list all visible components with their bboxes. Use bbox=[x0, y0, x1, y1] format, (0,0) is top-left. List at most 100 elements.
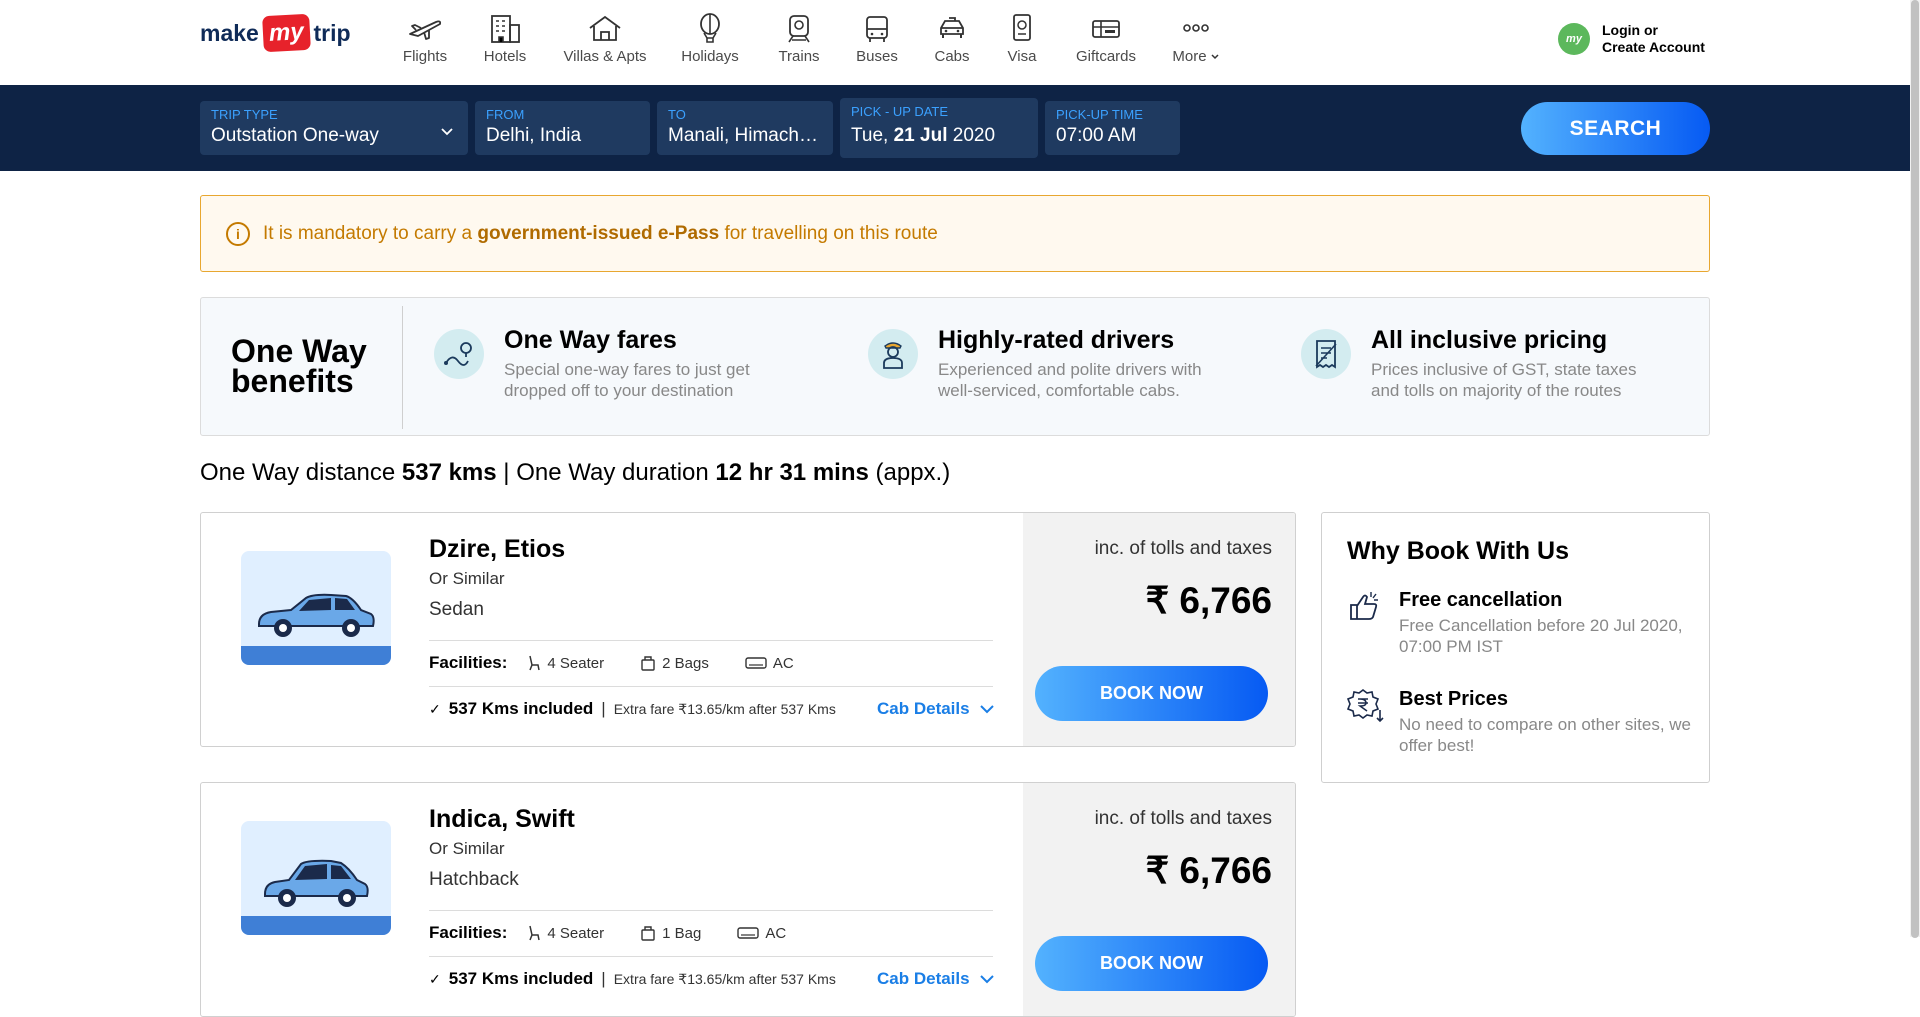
login-line1: Login or bbox=[1602, 22, 1658, 38]
nav-hotels[interactable]: Hotels bbox=[460, 12, 550, 65]
route-pin-icon bbox=[434, 329, 484, 379]
kms-included-info: ✓ 537 Kms included | Extra fare ₹13.65/k… bbox=[429, 969, 836, 989]
chevron-down-icon bbox=[1211, 53, 1219, 59]
villa-icon bbox=[589, 15, 621, 41]
nav-flights[interactable]: Flights bbox=[390, 12, 460, 65]
pickup-date-label: PICK - UP DATE bbox=[851, 104, 949, 119]
from-field[interactable]: FROM Delhi, India bbox=[475, 101, 650, 155]
hatchback-car-image bbox=[241, 821, 391, 935]
facility-seats-label: 4 Seater bbox=[547, 654, 605, 672]
alert-pre: It is mandatory to carry a bbox=[263, 222, 473, 244]
top-header: make my trip Flights Hotels Villas & Apt… bbox=[0, 0, 1910, 85]
nav-cabs[interactable]: Cabs bbox=[916, 12, 988, 65]
benefit-desc: Experienced and polite drivers with well… bbox=[938, 360, 1202, 400]
trip-type-select[interactable]: TRIP TYPE Outstation One-way bbox=[200, 101, 468, 155]
cab-name: Indica, Swift bbox=[429, 805, 575, 833]
chevron-down-icon bbox=[979, 974, 994, 983]
nav-holidays[interactable]: Holidays bbox=[660, 12, 760, 65]
divider bbox=[402, 306, 403, 429]
why-item-title: Best Prices bbox=[1399, 688, 1508, 710]
trip-distance-summary: One Way distance 537 kms | One Way durat… bbox=[200, 459, 950, 487]
extra-fare: Extra fare ₹13.65/km after 537 Kms bbox=[613, 970, 836, 987]
pickup-time-field[interactable]: PICK-UP TIME 07:00 AM bbox=[1045, 101, 1180, 155]
chevron-down-icon bbox=[441, 123, 453, 139]
flight-icon bbox=[409, 20, 442, 40]
bag-icon bbox=[641, 656, 655, 671]
page-scrollbar[interactable] bbox=[1910, 0, 1920, 938]
from-value: Delhi, India bbox=[486, 125, 582, 146]
facilities-label: Facilities: bbox=[429, 653, 508, 672]
cab-name: Dzire, Etios bbox=[429, 535, 566, 563]
divider bbox=[429, 686, 993, 687]
facility-bags: 2 Bags bbox=[640, 655, 709, 672]
cab-details-link[interactable]: Cab Details bbox=[877, 699, 994, 719]
nav-villas[interactable]: Villas & Apts bbox=[550, 12, 660, 65]
facility-ac: AC bbox=[745, 655, 794, 672]
nav-more[interactable]: More bbox=[1156, 12, 1236, 65]
nav-label: Cabs bbox=[934, 48, 970, 65]
logo-text-make: make bbox=[200, 19, 259, 46]
alert-post: for travelling on this route bbox=[724, 222, 938, 244]
cab-similar: Or Similar bbox=[429, 839, 505, 858]
pickup-date-field[interactable]: PICK - UP DATE Tue, 21 Jul 2020 bbox=[840, 98, 1038, 158]
search-button[interactable]: SEARCH bbox=[1521, 102, 1710, 155]
nav-visa[interactable]: Visa bbox=[988, 12, 1056, 65]
facility-seats: 4 Seater bbox=[527, 925, 604, 942]
rupee-badge-icon bbox=[1346, 688, 1387, 756]
why-item-title: Free cancellation bbox=[1399, 589, 1563, 611]
cab-details-link[interactable]: Cab Details bbox=[877, 969, 994, 989]
bus-icon bbox=[866, 16, 888, 42]
makemytrip-logo[interactable]: make my trip bbox=[200, 13, 351, 53]
benefit-desc: Prices inclusive of GST, state taxes and… bbox=[1371, 360, 1637, 400]
alert-bold: government-issued e-Pass bbox=[477, 222, 720, 244]
to-field[interactable]: TO Manali, Himachal Pradesh, India bbox=[657, 101, 833, 155]
info-icon: i bbox=[226, 221, 250, 246]
seat-icon bbox=[529, 925, 541, 941]
why-item-desc: Free Cancellation before 20 Jul 2020, 07… bbox=[1399, 616, 1683, 656]
pickup-day: Tue, bbox=[851, 125, 889, 146]
facilities-label: Facilities: bbox=[429, 923, 508, 942]
benefits-title-line2: benefits bbox=[231, 363, 354, 399]
to-label: TO bbox=[668, 107, 686, 122]
nav-label: Trains bbox=[778, 48, 820, 65]
nav-more-label-wrap: More bbox=[1172, 48, 1219, 65]
book-now-button[interactable]: BOOK NOW bbox=[1035, 936, 1268, 991]
price-note: inc. of tolls and taxes bbox=[1094, 808, 1272, 829]
duration-value: 12 hr 31 mins bbox=[715, 459, 869, 486]
login-button[interactable]: my Login or Create Account bbox=[1558, 22, 1705, 56]
cab-price: ₹ 6,766 bbox=[1145, 850, 1272, 891]
benefit-title: All inclusive pricing bbox=[1371, 326, 1608, 354]
main-nav: Flights Hotels Villas & Apts Holidays Tr… bbox=[390, 12, 1236, 65]
nav-giftcards[interactable]: Giftcards bbox=[1056, 12, 1156, 65]
extra-fare: Extra fare ₹13.65/km after 537 Kms bbox=[613, 700, 836, 717]
divider bbox=[429, 956, 993, 957]
cab-facilities: Facilities: 4 Seater 2 Bags AC bbox=[429, 653, 830, 673]
scrollbar-thumb[interactable] bbox=[1911, 0, 1919, 938]
facility-bags-label: 2 Bags bbox=[662, 654, 709, 672]
pickup-time-label: PICK-UP TIME bbox=[1056, 107, 1143, 122]
pickup-year: 2020 bbox=[952, 125, 996, 146]
giftcard-icon bbox=[1092, 20, 1120, 38]
distance-label: One Way distance bbox=[200, 459, 396, 486]
pipe-separator: | bbox=[601, 969, 606, 988]
cab-details-label: Cab Details bbox=[877, 969, 970, 988]
facility-ac-label: AC bbox=[772, 654, 794, 672]
check-icon: ✓ bbox=[429, 970, 441, 987]
divider bbox=[429, 910, 993, 911]
why-item-free-cancellation: Free cancellation Free Cancellation befo… bbox=[1347, 589, 1699, 657]
sedan-car-image bbox=[241, 551, 391, 665]
check-icon: ✓ bbox=[429, 700, 441, 717]
book-now-button[interactable]: BOOK NOW bbox=[1035, 666, 1268, 721]
cab-price: ₹ 6,766 bbox=[1145, 580, 1272, 621]
pickup-date: 21 Jul bbox=[893, 125, 948, 146]
search-widget: TRIP TYPE Outstation One-way FROM Delhi,… bbox=[0, 85, 1910, 171]
more-icon bbox=[1183, 24, 1209, 32]
nav-buses[interactable]: Buses bbox=[838, 12, 916, 65]
nav-label: Hotels bbox=[483, 48, 527, 65]
benefits-title-line1: One Way bbox=[231, 333, 367, 369]
cab-card: Dzire, Etios Or Similar Sedan Facilities… bbox=[200, 512, 1296, 747]
cab-type: Hatchback bbox=[429, 869, 519, 890]
cab-type: Sedan bbox=[429, 599, 484, 620]
nav-trains[interactable]: Trains bbox=[760, 12, 838, 65]
benefit-drivers: Highly-rated drivers Experienced and pol… bbox=[868, 326, 1218, 401]
